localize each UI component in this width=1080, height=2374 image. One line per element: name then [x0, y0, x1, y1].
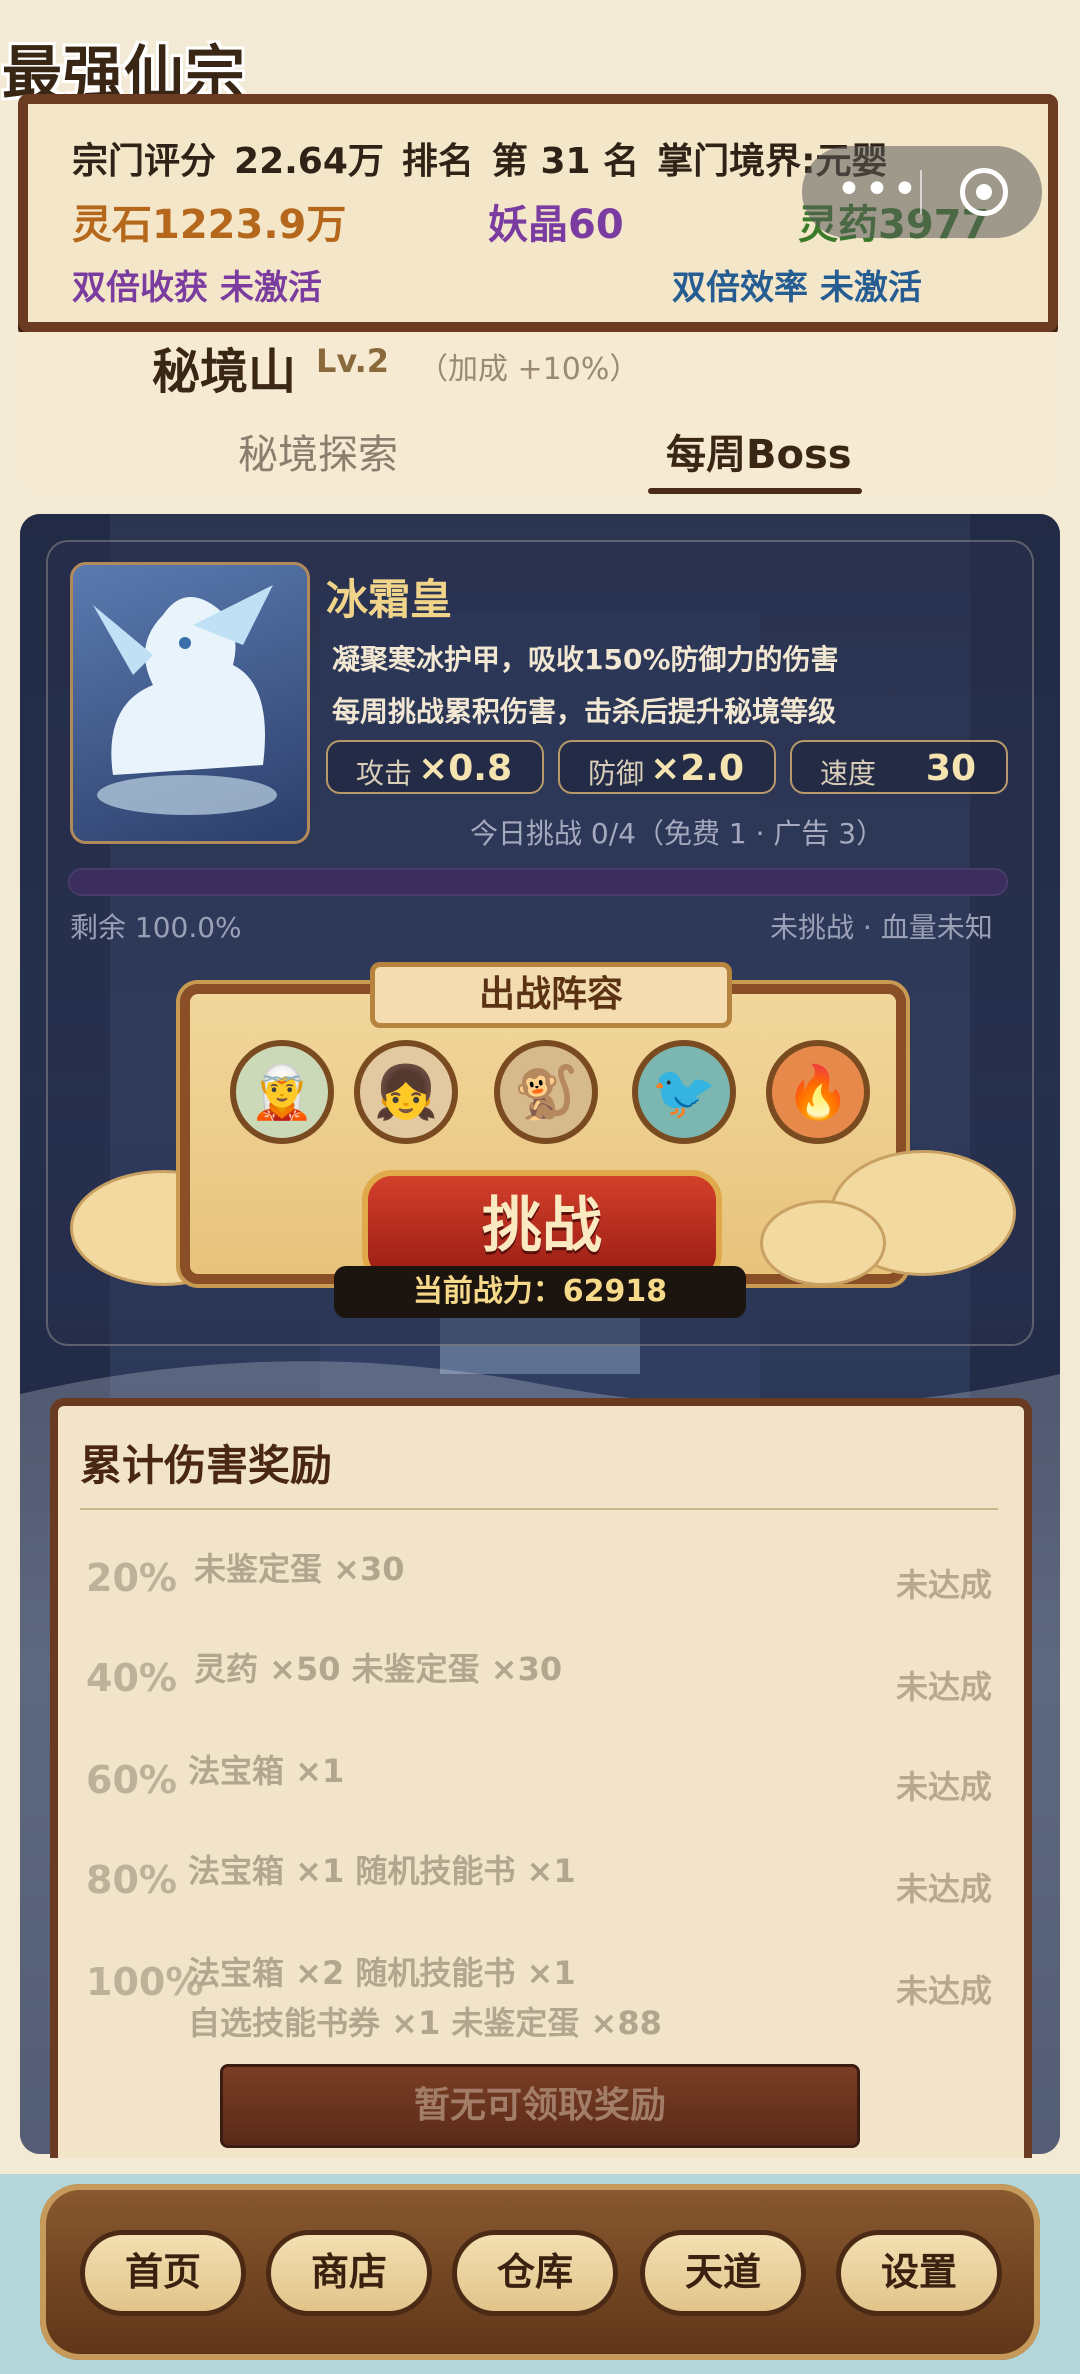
reward-items-100-line2: 自选技能书券 ×1 未鉴定蛋 ×88 — [188, 2004, 662, 2042]
nav-settings[interactable]: 设置 — [836, 2230, 1002, 2316]
nav-shop[interactable]: 商店 — [266, 2230, 432, 2316]
hp-status: 未挑战 · 血量未知 — [770, 911, 993, 944]
boss-hp-bar — [68, 868, 1008, 896]
reward-threshold-100: 100% — [86, 1960, 204, 2004]
rank-label: 排名 — [401, 141, 474, 182]
stat-defense-value: ×2.0 — [650, 748, 744, 789]
sect-score-label: 宗门评分 — [72, 141, 217, 182]
hero-slot-1[interactable]: 🧝 — [230, 1040, 334, 1144]
rank-value: 第 31 名 — [491, 141, 640, 182]
ice-qilin-icon — [93, 585, 277, 815]
reward-threshold-40: 40% — [86, 1656, 177, 1700]
boss-rule: 每周挑战累积伤害，击杀后提升秘境等级 — [332, 695, 837, 728]
lineup-title: 出战阵容 — [370, 962, 732, 1028]
reward-threshold-20: 20% — [86, 1556, 177, 1600]
nav-home[interactable]: 首页 — [80, 2230, 246, 2316]
realm-name: 秘境山 — [152, 344, 297, 400]
rewards-title: 累计伤害奖励 — [80, 1441, 333, 1490]
monkey-icon: 🐒 — [513, 1062, 579, 1123]
girl-icon: 👧 — [373, 1062, 439, 1123]
stat-attack: 攻击 ×0.8 — [326, 740, 544, 794]
cloud-decoration-right-small — [760, 1200, 886, 1286]
stat-defense-label: 防御 — [588, 757, 645, 790]
reward-status-20: 未达成 — [896, 1566, 993, 1604]
hero-slot-2[interactable]: 👧 — [354, 1040, 458, 1144]
combat-power: 当前战力：62918 — [334, 1266, 746, 1318]
reward-items-60: 法宝箱 ×1 — [188, 1752, 345, 1790]
stat-speed-value: 30 — [925, 748, 976, 789]
azure-bird-icon: 🐦 — [651, 1062, 717, 1123]
reward-items-80: 法宝箱 ×1 随机技能书 ×1 — [188, 1852, 576, 1890]
stat-defense: 防御 ×2.0 — [558, 740, 776, 794]
reward-items-40: 灵药 ×50 未鉴定蛋 ×30 — [194, 1650, 563, 1688]
reward-items-20: 未鉴定蛋 ×30 — [194, 1550, 405, 1588]
sect-stats-row: 宗门评分 22.64万 排名第 31 名掌门境界:元婴 — [72, 132, 905, 184]
realm-bonus: （加成 +10%） — [418, 352, 640, 387]
boss-description: 凝聚寒冰护甲，吸收150%防御力的伤害 — [332, 643, 839, 676]
spirit-stone-count: 灵石1223.9万 — [72, 202, 347, 248]
reward-threshold-80: 80% — [86, 1858, 177, 1902]
hero-slot-5[interactable]: 🔥 — [766, 1040, 870, 1144]
reward-threshold-60: 60% — [86, 1758, 177, 1802]
stat-speed-label: 速度 — [820, 757, 877, 790]
boss-name: 冰霜皇 — [326, 575, 453, 624]
claim-reward-button[interactable]: 暂无可领取奖励 — [220, 2064, 860, 2148]
tab-weekly-boss[interactable]: 每周Boss — [666, 422, 852, 480]
stat-attack-label: 攻击 — [356, 757, 413, 790]
reward-status-40: 未达成 — [896, 1668, 993, 1706]
nav-heaven-dao[interactable]: 天道 — [640, 2230, 806, 2316]
stat-attack-value: ×0.8 — [418, 748, 512, 789]
daily-challenge-count: 今日挑战 0/4（免费 1 · 广告 3） — [470, 817, 885, 850]
reward-status-60: 未达成 — [896, 1768, 993, 1806]
active-tab-indicator — [648, 488, 862, 494]
capsule-divider — [920, 170, 922, 214]
tab-explore[interactable]: 秘境探索 — [238, 422, 398, 480]
nav-warehouse[interactable]: 仓库 — [452, 2230, 618, 2316]
maiden-icon: 🧝 — [249, 1062, 315, 1123]
hp-remaining: 剩余 100.0% — [70, 911, 242, 944]
stat-speed: 速度 30 — [790, 740, 1008, 794]
double-efficiency-status[interactable]: 双倍效率 未激活 — [672, 260, 922, 309]
boss-portrait — [70, 562, 310, 844]
hero-slot-4[interactable]: 🐦 — [632, 1040, 736, 1144]
realm-level: Lv.2 — [316, 342, 390, 380]
reward-status-100: 未达成 — [896, 1972, 993, 2010]
double-harvest-status[interactable]: 双倍收获 未激活 — [72, 260, 322, 309]
reward-items-100-line1: 法宝箱 ×2 随机技能书 ×1 — [188, 1954, 576, 1992]
hero-slot-3[interactable]: 🐒 — [494, 1040, 598, 1144]
more-menu-icon[interactable]: ••• — [836, 168, 920, 212]
phoenix-icon: 🔥 — [785, 1062, 851, 1123]
demon-crystal-count: 妖晶60 — [488, 202, 624, 248]
miniprogram-capsule: ••• — [802, 146, 1042, 238]
sect-score-value: 22.64万 — [234, 141, 384, 182]
rewards-divider — [80, 1508, 998, 1510]
reward-status-80: 未达成 — [896, 1870, 993, 1908]
boss-hp-fill — [70, 870, 1006, 894]
realm-panel: 秘境山 Lv.2 （加成 +10%） 秘境探索 每周Boss — [18, 332, 1058, 494]
close-target-icon[interactable] — [960, 168, 1008, 216]
